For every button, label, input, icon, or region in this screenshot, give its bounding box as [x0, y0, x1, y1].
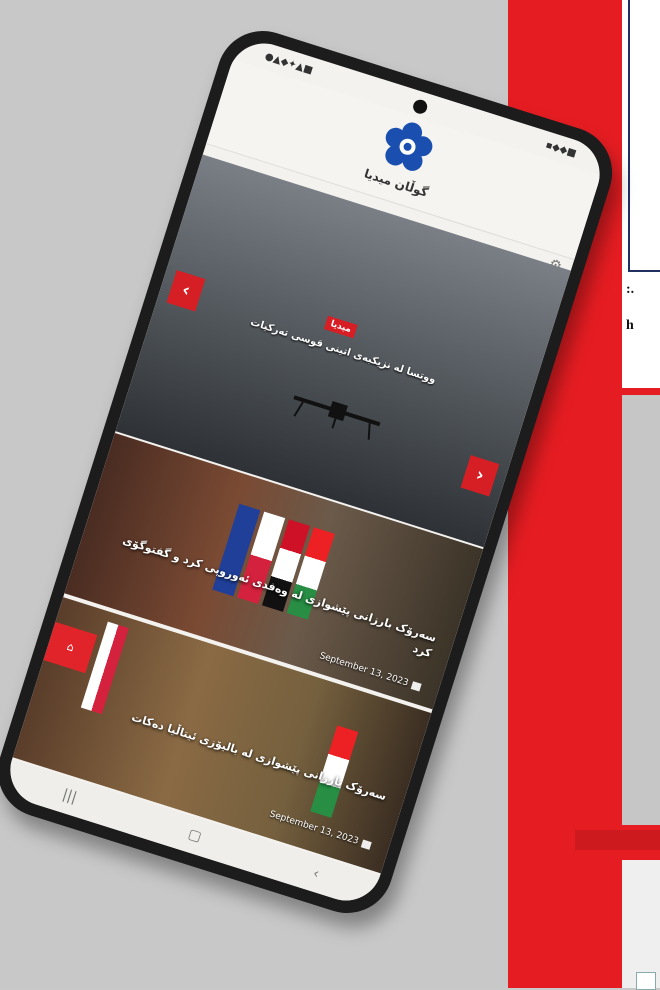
share-tag-icon[interactable]: ⌂ — [43, 621, 98, 674]
recent-apps-button[interactable]: ||| — [60, 786, 78, 806]
background-card-top: :. h — [622, 0, 660, 388]
calendar-icon — [410, 680, 422, 692]
card-text-line-1: :. — [626, 282, 635, 297]
drone-image — [293, 395, 381, 440]
card-frame — [628, 0, 660, 272]
back-button[interactable]: ‹ — [311, 865, 321, 882]
slide-title[interactable]: ووتسا له نزیکبەی اتینی قوسی تەرکیات — [176, 294, 509, 409]
category-badge[interactable]: میدیا — [323, 315, 358, 339]
flower-logo-icon[interactable] — [374, 113, 442, 181]
post-date-text: September 13, 2023 — [268, 809, 360, 847]
background-card-middle — [622, 395, 660, 825]
slider-next-button[interactable]: › — [460, 455, 500, 497]
card-corner-box — [636, 972, 656, 990]
red-accent-shadow — [575, 830, 660, 850]
card-text-line-2: h — [626, 318, 634, 333]
background-card-bottom — [622, 860, 660, 990]
home-button[interactable]: ▢ — [186, 826, 203, 845]
calendar-icon — [360, 839, 372, 850]
